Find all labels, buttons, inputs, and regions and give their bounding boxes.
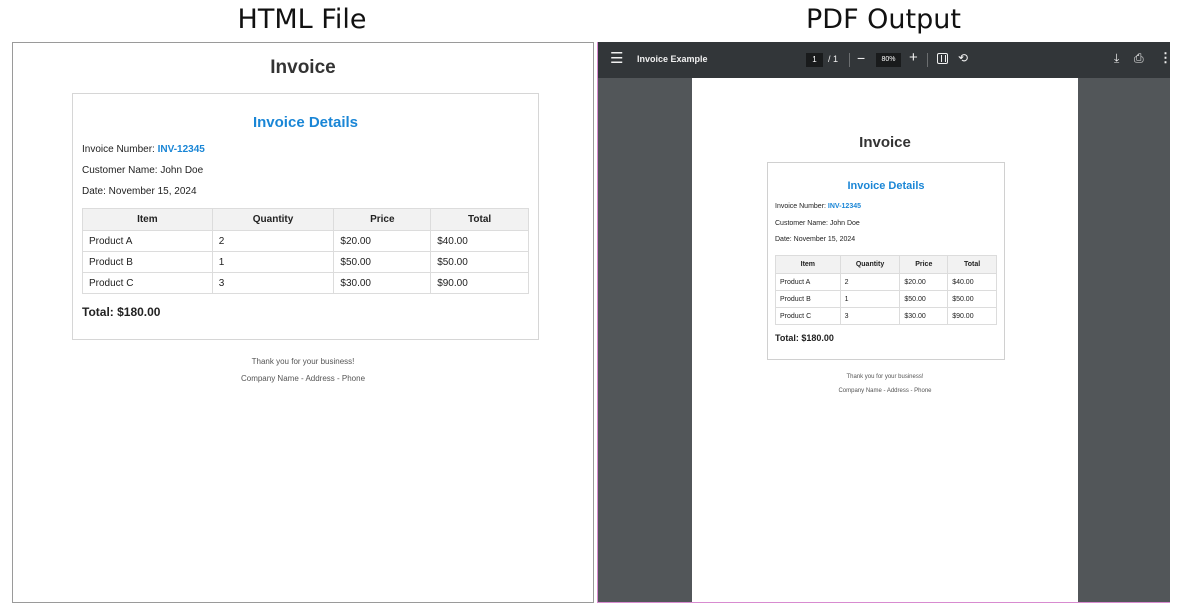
table-cell: 3 xyxy=(839,307,901,325)
invoice-number-label: Invoice Number: xyxy=(82,144,158,155)
table-row: Product C 3 $30.00 $90.00 xyxy=(82,272,529,294)
rotate-icon[interactable]: ⟲ xyxy=(958,51,968,65)
invoice-number-label: Invoice Number: xyxy=(775,203,828,210)
table-cell: $50.00 xyxy=(899,290,949,308)
table-cell: $20.00 xyxy=(899,273,949,291)
invoice-number-value: INV-12345 xyxy=(827,203,862,210)
table-cell: $40.00 xyxy=(430,230,529,252)
invoice-table: Item Quantity Price Total Product A 2 $2… xyxy=(82,208,529,294)
table-cell: 1 xyxy=(839,290,901,308)
document-title: Invoice Example xyxy=(637,54,708,64)
invoice-title: Invoice xyxy=(859,134,911,151)
column-header: Total xyxy=(430,208,529,231)
customer-name-field: Customer Name: John Doe xyxy=(775,220,860,227)
column-header: Quantity xyxy=(839,255,901,274)
table-cell: Product A xyxy=(775,273,841,291)
fit-page-icon[interactable] xyxy=(937,53,948,64)
zoom-in-icon[interactable]: + xyxy=(909,49,918,66)
table-cell: $50.00 xyxy=(947,290,997,308)
column-header: Quantity xyxy=(211,208,335,231)
table-cell: 2 xyxy=(211,230,335,252)
table-cell: $50.00 xyxy=(430,251,529,273)
table-cell: 3 xyxy=(211,272,335,294)
table-row: Product A 2 $20.00 $40.00 xyxy=(775,273,997,291)
footer-company: Company Name - Address - Phone xyxy=(838,388,932,394)
invoice-table: Item Quantity Price Total Product A 2 $2… xyxy=(775,255,997,325)
footer-company: Company Name - Address - Phone xyxy=(240,374,366,383)
invoice-number-field: Invoice Number: INV-12345 xyxy=(775,203,861,210)
column-header: Price xyxy=(333,208,432,231)
print-icon[interactable]: ⎙ xyxy=(1134,51,1144,66)
date-field: Date: November 15, 2024 xyxy=(775,236,856,243)
table-cell: $40.00 xyxy=(947,273,997,291)
menu-icon[interactable]: ☰ xyxy=(610,51,623,66)
html-preview-panel: Invoice Invoice Details Invoice Number: … xyxy=(12,42,594,603)
page-number-input[interactable]: 1 xyxy=(806,53,823,67)
table-cell: $90.00 xyxy=(947,307,997,325)
table-row: Product A 2 $20.00 $40.00 xyxy=(82,230,529,252)
column-header: Item xyxy=(775,255,841,274)
column-header: Total xyxy=(947,255,997,274)
footer-thanks: Thank you for your business! xyxy=(251,357,355,366)
toolbar-divider xyxy=(849,53,850,67)
date-field: Date: November 15, 2024 xyxy=(82,186,197,197)
footer-thanks: Thank you for your business! xyxy=(846,374,924,380)
table-row: Product B 1 $50.00 $50.00 xyxy=(775,290,997,308)
table-header-row: Item Quantity Price Total xyxy=(82,208,529,231)
pdf-output-heading: PDF Output xyxy=(806,4,961,35)
table-cell: $30.00 xyxy=(333,272,432,294)
invoice-details-title: Invoice Details xyxy=(252,114,359,131)
invoice-number-field: Invoice Number: INV-12345 xyxy=(82,144,205,155)
table-cell: 2 xyxy=(839,273,901,291)
table-cell: Product C xyxy=(82,272,213,294)
table-cell: Product A xyxy=(82,230,213,252)
html-file-heading: HTML File xyxy=(237,4,367,35)
pdf-toolbar: ☰ Invoice Example 1 / 1 − 80% + ⟲ ⤓ ⎙ ⋮ xyxy=(598,42,1172,78)
pdf-page: Invoice Invoice Details Invoice Number: … xyxy=(692,78,1078,602)
column-header: Price xyxy=(899,255,949,274)
table-cell: Product B xyxy=(775,290,841,308)
table-cell: $50.00 xyxy=(333,251,432,273)
invoice-title: Invoice xyxy=(270,57,336,78)
toolbar-divider xyxy=(927,53,928,67)
table-cell: $20.00 xyxy=(333,230,432,252)
zoom-input[interactable]: 80% xyxy=(876,53,901,67)
invoice-number-value: INV-12345 xyxy=(157,144,205,155)
zoom-out-icon[interactable]: − xyxy=(857,50,865,66)
invoice-total: Total: $180.00 xyxy=(82,305,161,319)
invoice-details-card: Invoice Details Invoice Number: INV-1234… xyxy=(767,162,1005,360)
pdf-viewer-panel: ☰ Invoice Example 1 / 1 − 80% + ⟲ ⤓ ⎙ ⋮ … xyxy=(597,42,1172,603)
customer-name-field: Customer Name: John Doe xyxy=(82,165,204,176)
table-row: Product B 1 $50.00 $50.00 xyxy=(82,251,529,273)
download-icon[interactable]: ⤓ xyxy=(1114,51,1119,66)
invoice-details-card: Invoice Details Invoice Number: INV-1234… xyxy=(72,93,539,340)
table-cell: $30.00 xyxy=(899,307,949,325)
table-cell: Product C xyxy=(775,307,841,325)
page-count: / 1 xyxy=(828,54,839,64)
table-cell: $90.00 xyxy=(430,272,529,294)
table-row: Product C 3 $30.00 $90.00 xyxy=(775,307,997,325)
more-icon[interactable]: ⋮ xyxy=(1159,50,1172,66)
table-cell: 1 xyxy=(211,251,335,273)
invoice-total: Total: $180.00 xyxy=(775,333,834,343)
column-header: Item xyxy=(82,208,213,231)
table-header-row: Item Quantity Price Total xyxy=(775,255,997,274)
table-cell: Product B xyxy=(82,251,213,273)
invoice-details-title: Invoice Details xyxy=(847,180,925,192)
